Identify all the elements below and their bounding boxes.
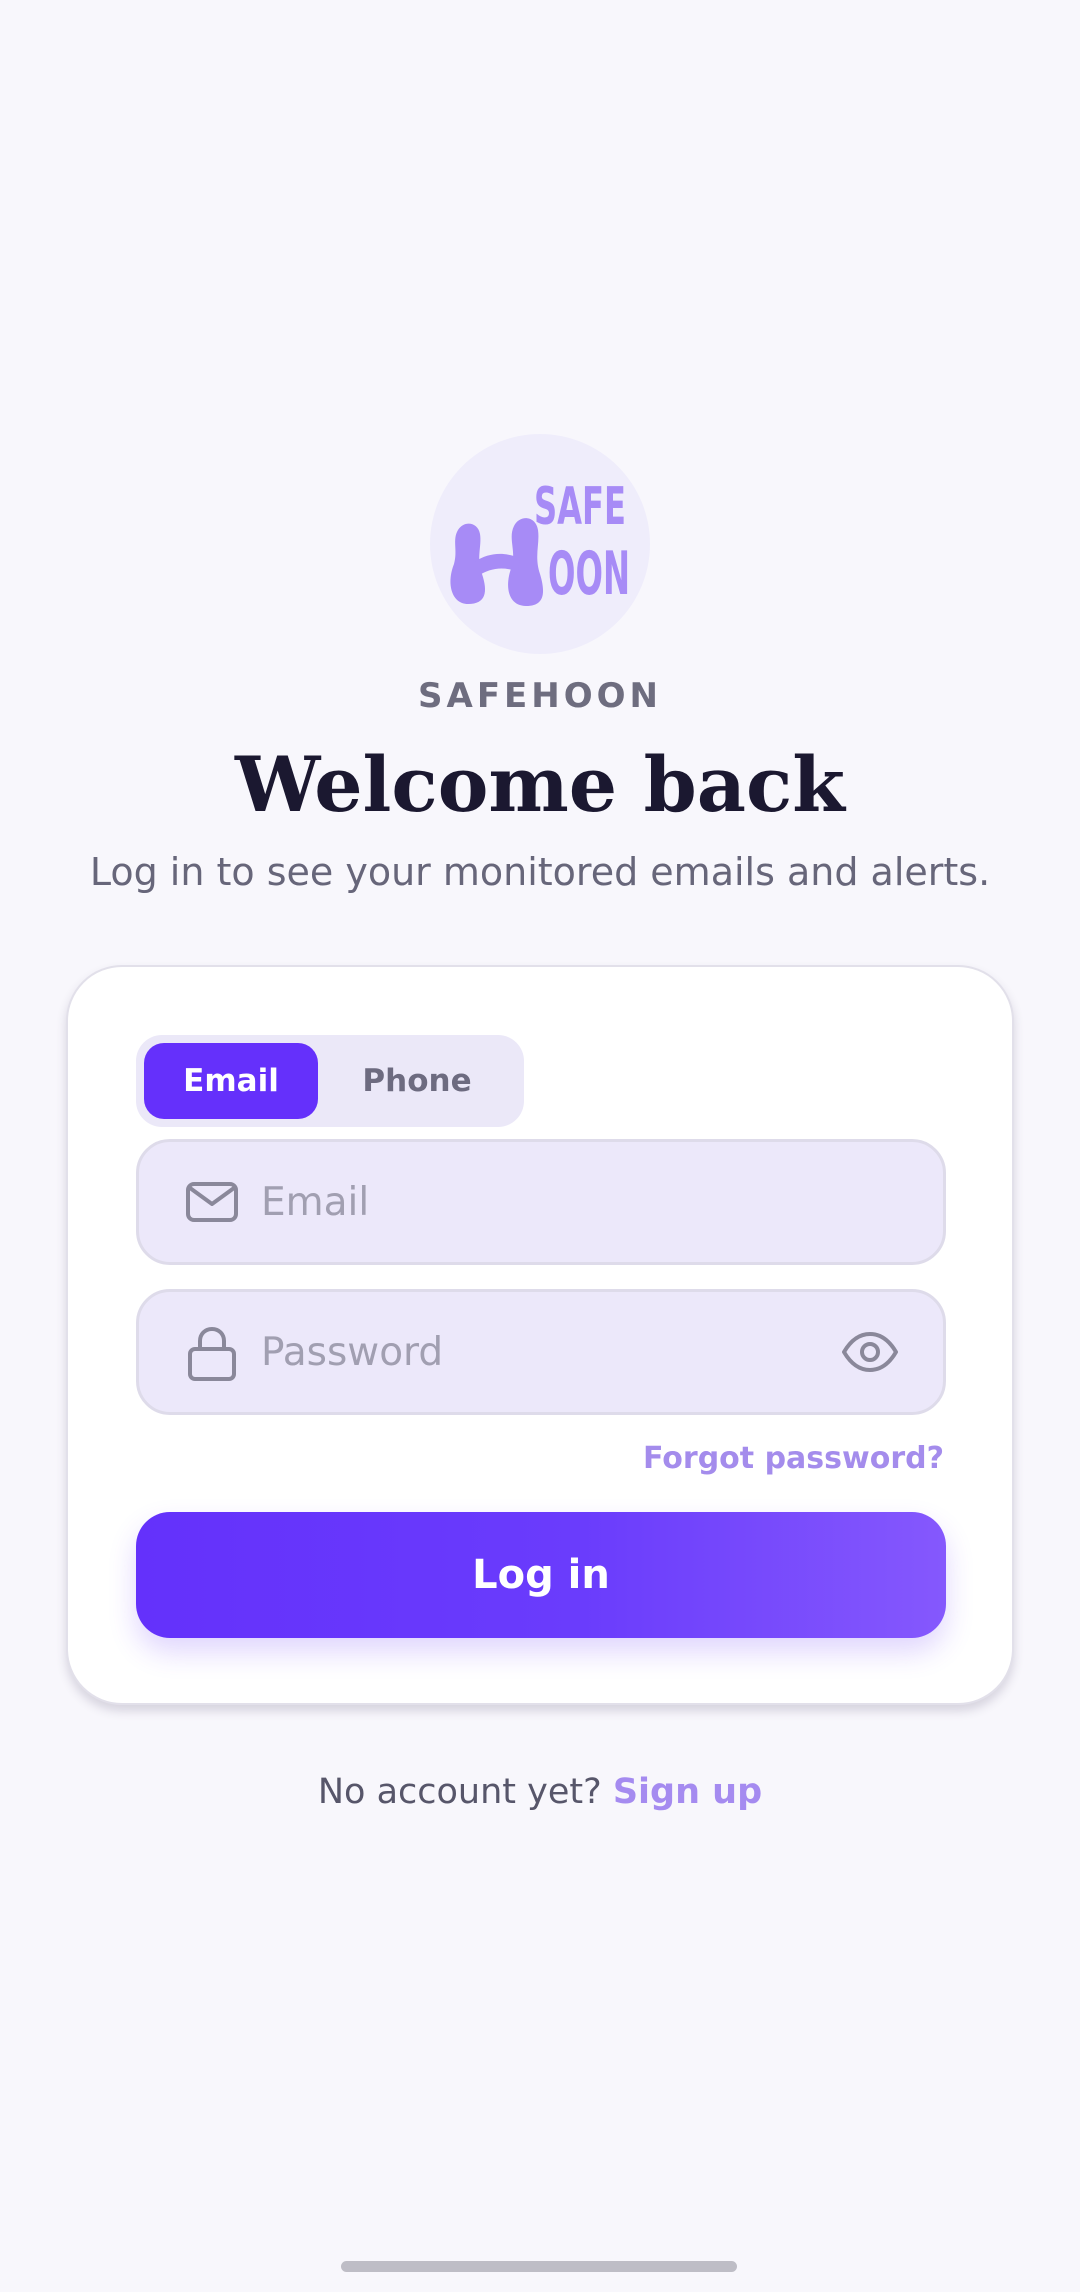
eye-icon[interactable] (841, 1324, 899, 1384)
safehoon-logo-icon: SAFE OON (450, 477, 630, 609)
svg-text:SAFE: SAFE (534, 477, 626, 537)
svg-text:OON: OON (548, 539, 630, 609)
brand-name: SAFEHOON (418, 676, 662, 716)
password-field[interactable] (136, 1289, 946, 1415)
login-method-toggle: Email Phone (136, 1035, 524, 1127)
login-card: Email Phone Email Forgot password? Log i… (66, 965, 1014, 1705)
signup-prompt-text: No account yet? (317, 1772, 613, 1812)
signup-prompt: No account yet? Sign up (0, 1772, 1080, 1812)
forgot-password-link[interactable]: Forgot password? (643, 1441, 944, 1476)
page-title: Welcome back (235, 740, 845, 829)
email-input[interactable] (261, 1142, 821, 1262)
lock-icon (185, 1325, 239, 1387)
login-button[interactable]: Log in (136, 1512, 946, 1638)
tab-email[interactable]: Email (144, 1043, 318, 1119)
mail-icon (185, 1175, 239, 1233)
login-screen: SAFE OON SAFEHOON Welcome back Log in to… (0, 0, 1080, 2292)
signup-link[interactable]: Sign up (613, 1772, 762, 1812)
app-logo: SAFE OON (430, 434, 650, 654)
tab-phone[interactable]: Phone (318, 1043, 516, 1119)
home-indicator[interactable] (341, 2261, 737, 2272)
page-subtitle: Log in to see your monitored emails and … (89, 850, 991, 894)
password-input[interactable] (261, 1292, 821, 1412)
email-field[interactable] (136, 1139, 946, 1265)
